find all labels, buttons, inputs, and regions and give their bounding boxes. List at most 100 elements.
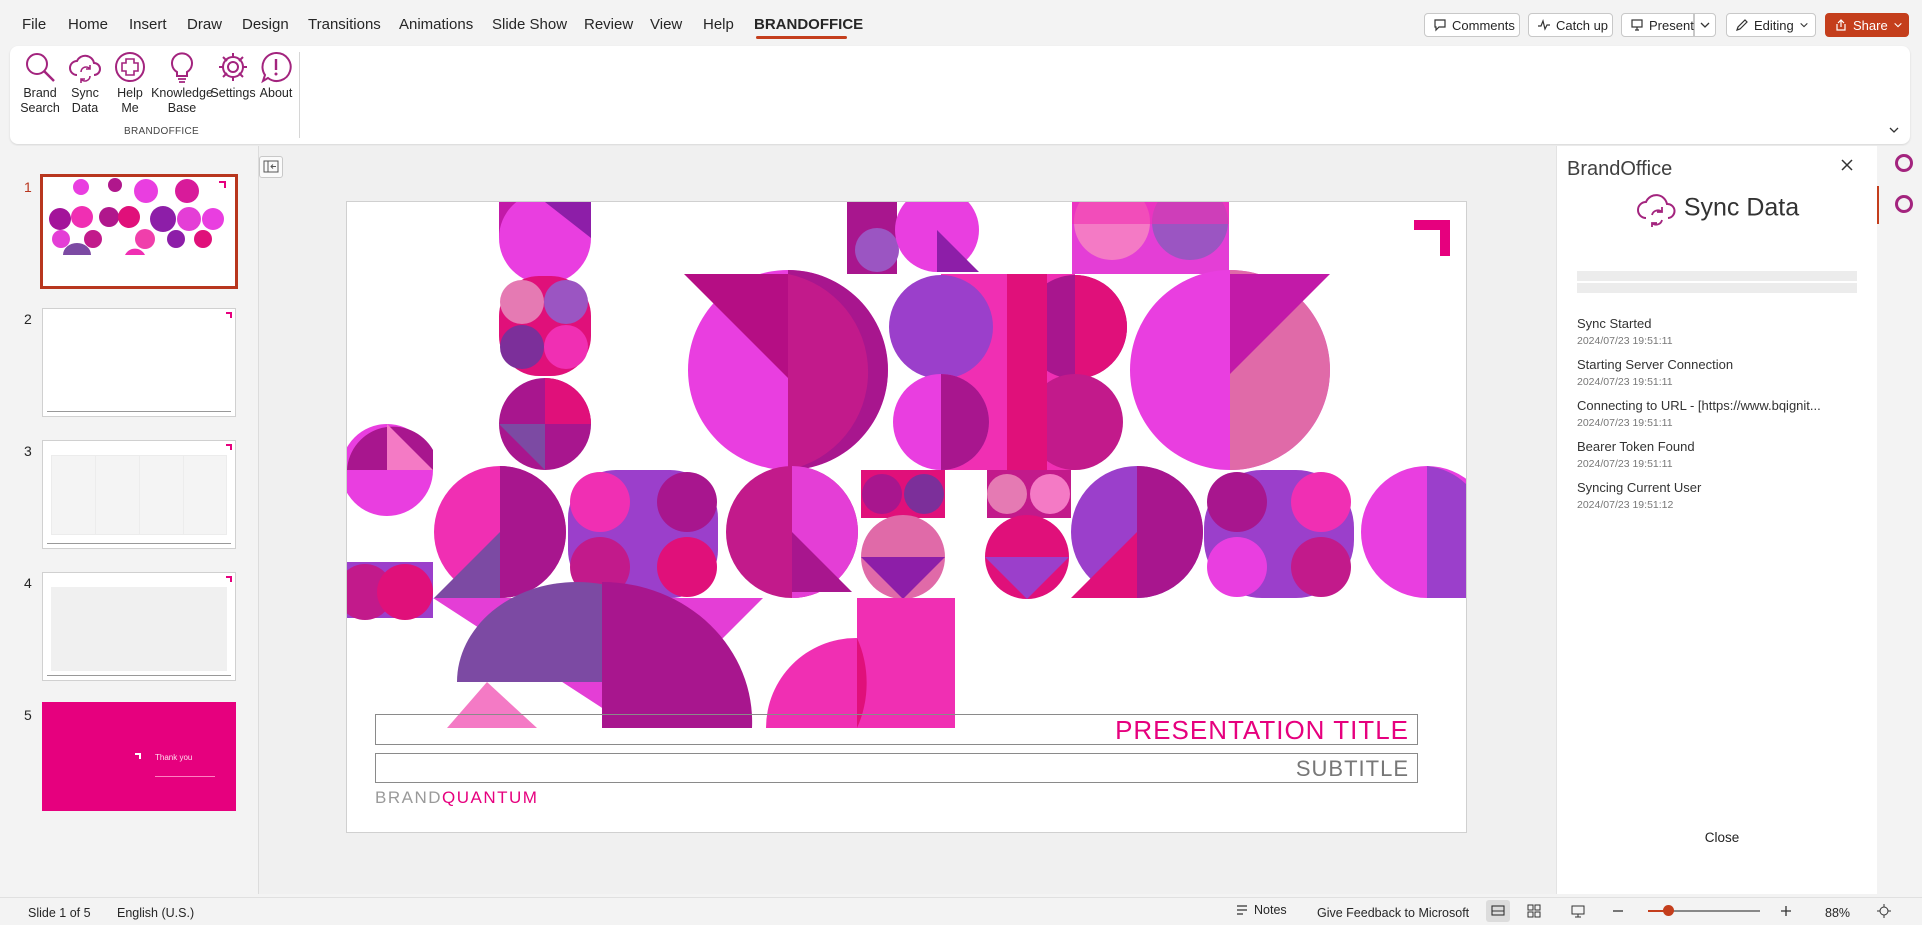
slide-counter: Slide 1 of 5 — [28, 906, 91, 920]
zoom-in-icon[interactable] — [1780, 905, 1792, 917]
present-button[interactable]: Present — [1621, 13, 1694, 37]
menu-slide-show[interactable]: Slide Show — [492, 16, 567, 33]
footer-line — [47, 543, 231, 544]
pane-title: BrandOffice — [1567, 158, 1673, 180]
menu-view[interactable]: View — [650, 16, 682, 33]
footer-line — [47, 411, 231, 412]
normal-view-icon — [1491, 905, 1505, 916]
magnifier-icon — [26, 53, 55, 82]
subtitle-placeholder[interactable]: SUBTITLE — [375, 753, 1418, 783]
share-button[interactable]: Share — [1825, 13, 1909, 37]
brand-corner-mark — [226, 312, 232, 318]
slide-thumbnail-4[interactable] — [42, 572, 236, 681]
settings-button[interactable]: Settings — [206, 50, 260, 101]
comments-label: Comments — [1452, 17, 1515, 33]
comment-icon — [1434, 19, 1446, 32]
brandoffice-addin-icon[interactable] — [1895, 195, 1913, 213]
sync-data-button[interactable]: Sync Data — [65, 50, 105, 116]
addin-rail — [1877, 146, 1922, 894]
notes-icon — [1237, 905, 1247, 915]
slide-number-1: 1 — [24, 179, 32, 195]
catch-up-button[interactable]: Catch up — [1528, 13, 1613, 37]
thumbnail-toggle-button[interactable] — [259, 156, 283, 178]
ribbon-group-separator — [299, 52, 300, 138]
slide-number-4: 4 — [24, 575, 32, 591]
reading-view-icon[interactable] — [1570, 903, 1586, 919]
cloud-sync-icon — [69, 54, 101, 83]
table-placeholder — [51, 455, 227, 535]
slide-thumbnail-3[interactable] — [42, 440, 236, 549]
log-entry-title: Connecting to URL - [https://www.bqignit… — [1577, 398, 1821, 413]
log-entry-title: Syncing Current User — [1577, 480, 1702, 495]
title-placeholder[interactable]: PRESENTATION TITLE — [375, 714, 1418, 745]
zoom-slider-thumb[interactable] — [1663, 905, 1674, 916]
brand-corner-mark — [226, 576, 232, 582]
present-label: Present — [1649, 17, 1694, 33]
menu-brandoffice[interactable]: BRANDOFFICE — [754, 16, 863, 33]
slide-thumbnail-2[interactable] — [42, 308, 236, 417]
normal-view-button[interactable] — [1486, 900, 1510, 922]
about-button[interactable]: About — [254, 50, 298, 101]
footer-line — [47, 675, 231, 676]
content-placeholder — [51, 587, 227, 671]
fit-to-window-icon[interactable] — [1876, 903, 1892, 919]
menu-file[interactable]: File — [22, 16, 46, 33]
brand-search-label-1: Brand — [23, 86, 57, 100]
log-entry-title: Starting Server Connection — [1577, 357, 1734, 372]
brand-corner-mark — [135, 753, 141, 759]
language-indicator[interactable]: English (U.S.) — [117, 906, 194, 920]
menu-bar: File Home Insert Draw Design Transitions… — [0, 0, 1922, 46]
slide-number-3: 3 — [24, 443, 32, 459]
comments-button[interactable]: Comments — [1424, 13, 1520, 37]
brand-logo-part-2: QUANTUM — [442, 788, 539, 807]
menu-review[interactable]: Review — [584, 16, 633, 33]
menu-animations[interactable]: Animations — [399, 16, 473, 33]
brand-search-button[interactable]: Brand Search — [20, 50, 60, 116]
brand-logo: BRANDQUANTUM — [375, 788, 538, 808]
close-button[interactable]: Close — [1687, 830, 1757, 845]
presentation-icon — [1631, 19, 1643, 31]
ribbon-group-label: BRANDOFFICE — [124, 126, 199, 137]
slide-thumbnail-1[interactable] — [40, 174, 238, 289]
active-addin-indicator — [1877, 186, 1879, 224]
menu-design[interactable]: Design — [242, 16, 289, 33]
log-entry-time: 2024/07/23 19:51:11 — [1577, 376, 1673, 388]
ribbon-collapse-icon[interactable] — [1888, 124, 1900, 136]
status-bar: Slide 1 of 5 English (U.S.) Notes Give F… — [0, 897, 1922, 924]
menu-draw[interactable]: Draw — [187, 16, 222, 33]
active-tab-indicator — [756, 36, 847, 39]
present-dropdown[interactable] — [1694, 13, 1716, 37]
cloud-sync-icon — [1636, 194, 1676, 227]
presentation-subtitle: SUBTITLE — [1295, 756, 1409, 781]
menu-help[interactable]: Help — [703, 16, 734, 33]
notes-button[interactable]: Notes — [1235, 903, 1287, 917]
menu-home[interactable]: Home — [68, 16, 108, 33]
presentation-title: PRESENTATION TITLE — [1115, 715, 1409, 745]
slide-thumbnail-pane: 1 2 3 4 5 Thank you — [0, 146, 259, 894]
close-icon[interactable] — [1839, 157, 1855, 173]
zoom-out-icon[interactable] — [1612, 905, 1624, 917]
sidebar-toggle-icon — [263, 160, 279, 173]
slide-canvas[interactable]: PRESENTATION TITLE SUBTITLE BRANDQUANTUM — [346, 201, 1467, 833]
pencil-icon — [1736, 19, 1748, 31]
menu-insert[interactable]: Insert — [129, 16, 167, 33]
log-entry-time: 2024/07/23 19:51:11 — [1577, 458, 1673, 470]
menu-transitions[interactable]: Transitions — [308, 16, 381, 33]
slide-thumbnail-1-graphic — [43, 177, 235, 286]
slide-thumbnail-5[interactable]: Thank you — [42, 702, 236, 811]
ribbon: Brand Search Sync Data Help Me Knowledge… — [10, 46, 1910, 144]
slide-number-5: 5 — [24, 707, 32, 723]
notes-label: Notes — [1254, 903, 1287, 917]
chevron-down-icon — [1700, 22, 1710, 28]
zoom-level[interactable]: 88% — [1825, 906, 1850, 920]
sync-data-heading: Sync Data — [1683, 193, 1800, 222]
settings-label: Settings — [210, 86, 256, 100]
slide-sorter-icon[interactable] — [1526, 903, 1542, 919]
editing-mode-button[interactable]: Editing — [1726, 13, 1816, 37]
log-entry-time: 2024/07/23 19:51:12 — [1577, 499, 1674, 511]
brand-logo-part-1: BRAND — [375, 788, 443, 807]
log-entry-time: 2024/07/23 19:51:11 — [1577, 417, 1673, 429]
brandoffice-addin-icon[interactable] — [1895, 154, 1913, 172]
feedback-link[interactable]: Give Feedback to Microsoft — [1317, 906, 1469, 920]
about-label: About — [259, 86, 293, 100]
